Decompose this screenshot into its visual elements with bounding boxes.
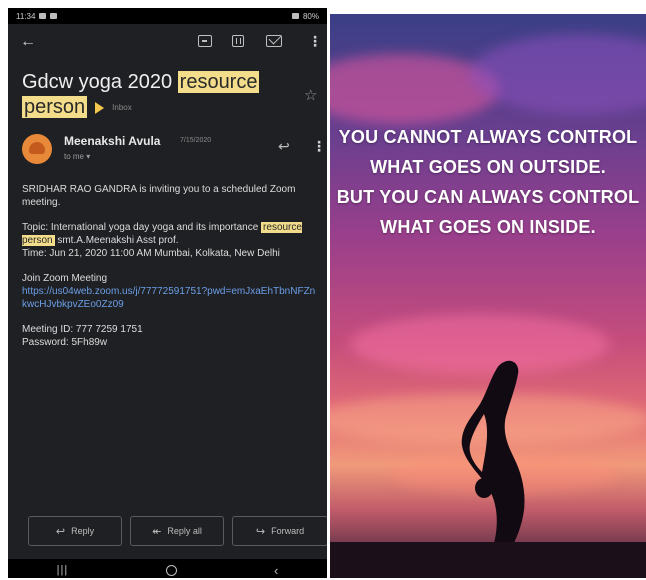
more-icon[interactable]: ⋮ [308, 33, 322, 50]
avatar[interactable] [22, 134, 52, 164]
back-nav-icon[interactable]: ‹ [274, 563, 278, 578]
reply-all-icon: ↞ [152, 525, 162, 538]
recipient-label: to me [64, 152, 85, 161]
meeting-credentials: Meeting ID: 777 7259 1751 Password: 5Fh89… [22, 323, 318, 349]
status-time: 11:34 [16, 11, 36, 21]
battery-level: 80% [302, 11, 319, 21]
quote-line: YOU CANNOT ALWAYS CONTROL [338, 127, 638, 147]
meeting-password: Password: 5Fh89w [22, 337, 108, 348]
sky-cloud [470, 34, 646, 114]
ground-horizon [330, 542, 646, 578]
reply-label: Reply [71, 526, 95, 536]
subject-highlight: resource [177, 71, 260, 93]
invite-intro: SRIDHAR RAO GANDRA is inviting you to a … [22, 184, 296, 208]
reply-button[interactable]: ↩ Reply [28, 516, 122, 546]
recents-icon[interactable]: ||| [57, 564, 69, 576]
sender-date: 7/15/2020 [180, 137, 212, 144]
notification-icon [50, 13, 58, 19]
star-icon[interactable]: ☆ [304, 86, 317, 104]
meeting-topic: Topic: International yoga day yoga and i… [22, 221, 318, 260]
reply-icon: ↩ [55, 525, 66, 538]
email-toolbar: ← ⋮ [8, 24, 327, 60]
important-marker-icon[interactable] [95, 101, 105, 114]
join-label: Join Zoom Meeting [22, 273, 108, 284]
reply-icon[interactable]: ↩ [278, 138, 290, 155]
poster-quote: YOU CANNOT ALWAYS CONTROL WHAT GOES ON O… [330, 122, 646, 242]
subject-highlight: person [22, 96, 88, 118]
notification-icon [39, 13, 47, 19]
android-nav-bar: ||| ‹ [8, 559, 327, 578]
topic-text-end: smt.A.Meenakshi Asst prof. [54, 235, 179, 246]
forward-button[interactable]: ↪ Forward [232, 516, 327, 546]
forward-label: Forward [271, 526, 305, 536]
topic-text: Topic: International yoga day yoga and i… [22, 222, 262, 233]
meeting-time: Time: Jun 21, 2020 11:00 AM Mumbai, Kolk… [22, 248, 280, 259]
more-icon[interactable]: ⋮ [312, 138, 326, 155]
reply-all-button[interactable]: ↞ Reply all [130, 516, 224, 546]
home-icon[interactable] [165, 564, 177, 576]
yoga-pose-silhouette [461, 360, 525, 550]
quote-line: WHAT GOES ON INSIDE. [380, 217, 596, 237]
meeting-id: Meeting ID: 777 7259 1751 [22, 324, 143, 335]
mail-icon[interactable] [266, 35, 282, 47]
email-subject: Gdcw yoga 2020 resource person Inbox [22, 70, 292, 120]
reply-all-label: Reply all [167, 526, 202, 536]
subject-text: Gdcw yoga 2020 [22, 71, 178, 93]
signal-icon [291, 13, 299, 19]
archive-icon[interactable] [198, 35, 212, 47]
recipient-details[interactable]: to me ▾ [64, 152, 90, 161]
inbox-label[interactable]: Inbox [112, 103, 132, 112]
delete-icon[interactable] [232, 35, 244, 47]
sender-row: Meenakshi Avula 7/15/2020 to me ▾ ↩ ⋮ [20, 130, 326, 166]
status-bar: 11:34 80% [8, 8, 327, 24]
yoga-quote-poster: YOU CANNOT ALWAYS CONTROL WHAT GOES ON O… [330, 14, 646, 578]
email-actions: ↩ Reply ↞ Reply all ↪ Forward [18, 516, 327, 548]
zoom-link[interactable]: https://us04web.zoom.us/j/77772591751?pw… [22, 286, 315, 310]
forward-icon: ↪ [255, 525, 266, 538]
sender-name[interactable]: Meenakshi Avula [64, 134, 160, 148]
back-arrow-icon[interactable]: ← [20, 33, 36, 51]
quote-line: BUT YOU CAN ALWAYS CONTROL [336, 187, 640, 207]
email-phone-screenshot: 11:34 80% ← ⋮ Gdcw yoga 2020 resource per… [8, 8, 327, 578]
email-body: SRIDHAR RAO GANDRA is inviting you to a … [22, 183, 318, 361]
quote-line: WHAT GOES ON OUTSIDE. [370, 157, 606, 177]
join-section: Join Zoom Meeting https://us04web.zoom.us… [22, 272, 318, 311]
